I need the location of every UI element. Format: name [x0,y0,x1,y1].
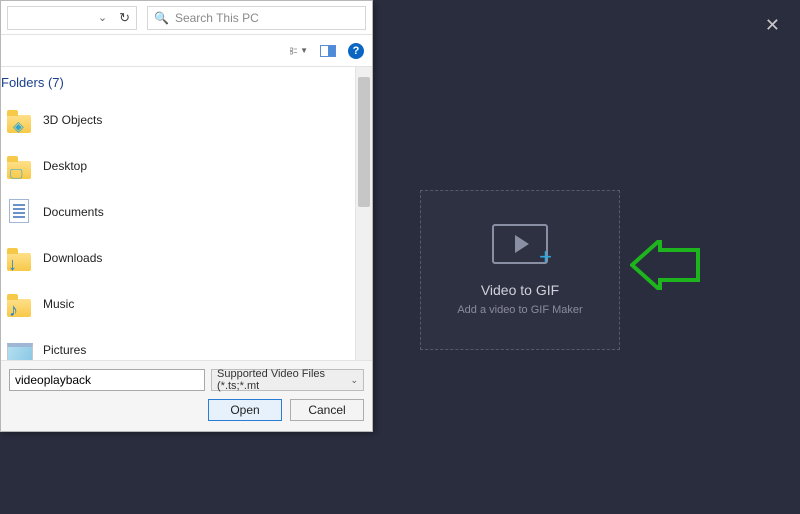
folder-music[interactable]: ♪ Music [7,281,355,327]
folder-label: Downloads [43,251,102,265]
document-icon [9,199,29,223]
view-options-icon[interactable]: ▼ [290,43,308,59]
folder-downloads[interactable]: ↓ Downloads [7,235,355,281]
folder-3d-objects[interactable]: ◈ 3D Objects [7,97,355,143]
folder-label: Desktop [43,159,87,173]
file-list-area: Folders (7) ◈ 3D Objects 🖵 Desktop Docum… [1,67,372,360]
dialog-bottom-bar: Supported Video Files (*.ts;*.mt ⌄ Open … [1,360,372,431]
picture-icon [7,343,33,360]
video-drop-zone[interactable]: + Video to GIF Add a video to GIF Maker [420,190,620,350]
folder-label: Pictures [43,343,86,357]
close-icon[interactable]: ✕ [765,16,780,34]
folder-documents[interactable]: Documents [7,189,355,235]
path-breadcrumb[interactable]: ⌄ ↻ [7,6,137,30]
folder-desktop[interactable]: 🖵 Desktop [7,143,355,189]
download-arrow-icon: ↓ [8,254,17,275]
cube-icon: ◈ [13,118,24,135]
search-icon: 🔍 [154,11,169,25]
dialog-toolbar: ▼ ? [1,35,372,67]
filetype-label: Supported Video Files (*.ts;*.mt [217,368,350,392]
open-button-label: Open [230,403,259,417]
cancel-button[interactable]: Cancel [290,399,364,421]
add-plus-icon: + [539,244,552,270]
file-list[interactable]: ◈ 3D Objects 🖵 Desktop Documents ↓ Downl… [1,67,355,360]
monitor-icon: 🖵 [10,166,23,182]
folder-pictures[interactable]: Pictures [7,327,355,360]
play-icon [515,235,529,253]
chevron-down-icon: ⌄ [350,375,358,386]
filetype-filter[interactable]: Supported Video Files (*.ts;*.mt ⌄ [211,369,364,391]
preview-pane-icon[interactable] [320,45,336,57]
dialog-titlebar: ⌄ ↻ 🔍 Search This PC [1,1,372,35]
search-input[interactable]: 🔍 Search This PC [147,6,366,30]
open-button[interactable]: Open [208,399,282,421]
folder-label: Music [43,297,74,311]
cancel-button-label: Cancel [308,403,345,417]
dropzone-subtitle: Add a video to GIF Maker [457,304,582,316]
folders-group-header[interactable]: Folders (7) [1,75,64,90]
dropzone-title: Video to GIF [481,282,559,298]
filename-input[interactable] [9,369,205,391]
folder-label: 3D Objects [43,113,102,127]
scrollbar-thumb[interactable] [358,77,370,207]
search-placeholder: Search This PC [175,11,259,25]
vertical-scrollbar[interactable] [355,67,372,360]
music-note-icon: ♪ [9,300,18,321]
folder-label: Documents [43,205,104,219]
annotation-arrow-right [630,240,700,290]
help-icon[interactable]: ? [348,43,364,59]
refresh-icon[interactable]: ↻ [119,10,130,26]
chevron-down-icon[interactable]: ⌄ [98,11,107,24]
file-open-dialog: ⌄ ↻ 🔍 Search This PC ▼ ? Folders (7) ◈ 3… [0,0,373,432]
video-thumbnail-icon: + [492,224,548,264]
